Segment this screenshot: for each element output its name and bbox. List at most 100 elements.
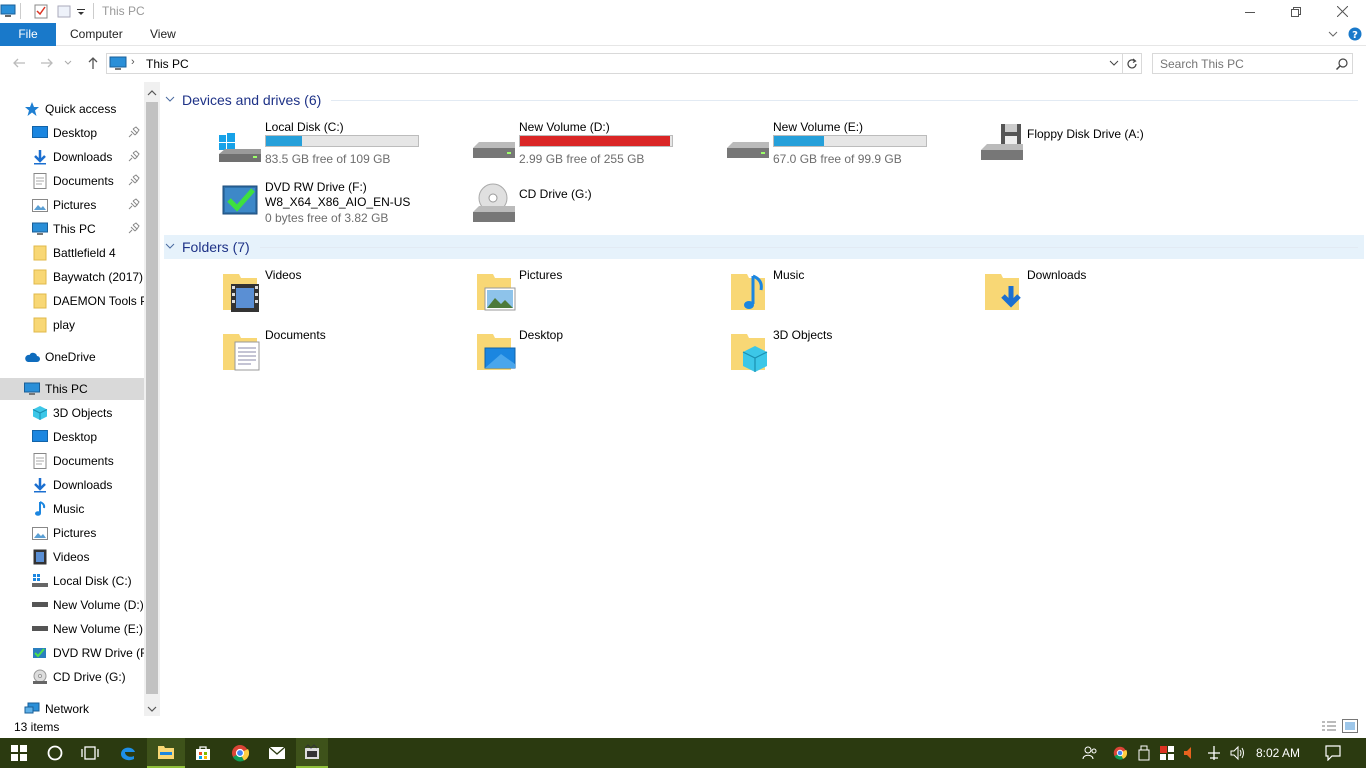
collapse-chevron-icon[interactable] [164,93,176,108]
tab-view[interactable]: View [150,23,176,46]
help-icon[interactable]: ? [1348,27,1362,44]
desktop-icon [32,125,48,141]
folder-name: Desktop [519,328,564,342]
drive-new-volume-d[interactable]: New Volume (D:) 2.99 GB free of 255 GB [471,120,721,176]
folder-downloads[interactable]: Downloads [979,268,1229,324]
large-icons-view-icon[interactable] [1342,719,1358,736]
pin-icon[interactable] [128,126,142,140]
folder-documents[interactable]: Documents [217,328,467,384]
file-explorer-icon[interactable] [147,738,185,768]
search-box[interactable] [1152,53,1353,74]
start-button[interactable] [0,738,38,768]
tab-file[interactable]: File [0,23,56,46]
cortana-button[interactable] [36,738,74,768]
folder-music[interactable]: Music [725,268,975,324]
recent-locations-button[interactable] [62,54,74,72]
nav-this-pc[interactable]: This PC [0,378,144,400]
expand-ribbon-icon[interactable] [1327,28,1339,43]
nav-desktop[interactable]: Desktop [32,426,144,448]
scroll-down-icon[interactable] [147,702,157,716]
chrome-tray-icon[interactable] [1112,745,1128,761]
nav-quick-access[interactable]: Quick access [24,98,142,120]
volume-muted-icon[interactable] [1182,745,1198,761]
breadcrumb-chevron-icon[interactable]: › [131,56,135,68]
nav-documents[interactable]: Documents [32,450,144,472]
folder-desktop[interactable]: Desktop [471,328,721,384]
drive-floppy-a[interactable]: Floppy Disk Drive (A:) [979,120,1229,176]
refresh-button[interactable] [1123,53,1142,74]
nav-network[interactable]: Network [24,698,142,716]
pin-icon[interactable] [128,174,142,188]
nav-downloads[interactable]: Downloads [32,474,144,496]
music-note-icon [32,501,48,517]
nav-dvd-rw-drive-f[interactable]: DVD RW Drive (F: [32,642,151,664]
nav-local-disk-c[interactable]: Local Disk (C:) [32,570,144,592]
drive-cd-g[interactable]: CD Drive (G:) [471,180,721,236]
nav-quick-folder[interactable]: Baywatch (2017) [32,266,144,288]
drive-local-disk-c[interactable]: Local Disk (C:) 83.5 GB free of 109 GB [217,120,467,176]
nav-quick-desktop[interactable]: Desktop [32,122,142,144]
nav-quick-this-pc[interactable]: This PC [32,218,142,240]
store-icon[interactable] [184,738,222,768]
folder-pictures[interactable]: Pictures [471,268,721,324]
nav-cd-drive-g[interactable]: CD Drive (G:) [32,666,144,688]
chrome-icon[interactable] [221,738,259,768]
task-view-button[interactable] [71,738,109,768]
tab-computer[interactable]: Computer [70,23,123,46]
scrollbar-thumb[interactable] [146,102,158,694]
drive-dvd-rw-f[interactable]: DVD RW Drive (F:) W8_X64_X86_AIO_EN-US 0… [217,180,467,236]
mail-icon[interactable] [258,738,296,768]
pin-icon[interactable] [128,222,142,236]
security-shield-icon[interactable] [1159,745,1175,761]
close-button[interactable] [1319,0,1365,23]
clock[interactable]: 8:02 AM [1256,746,1300,760]
speaker-icon[interactable] [1230,745,1246,761]
nav-music[interactable]: Music [32,498,144,520]
usb-icon[interactable] [1136,745,1152,761]
folders-group-header[interactable]: Folders (7) [164,235,1364,259]
drive-new-volume-e[interactable]: New Volume (E:) 67.0 GB free of 99.9 GB [725,120,975,176]
action-center-icon[interactable] [1325,745,1341,761]
forward-button[interactable] [38,54,56,72]
minimize-button[interactable] [1227,0,1273,23]
nav-3d-objects[interactable]: 3D Objects [32,402,144,424]
properties-icon[interactable] [33,3,49,19]
folder-videos[interactable]: Videos [217,268,467,324]
nav-quick-folder[interactable]: DAEMON Tools P [32,290,148,312]
breadcrumb-this-pc[interactable]: This PC [146,57,189,71]
nav-quick-documents[interactable]: Documents [32,170,142,192]
pin-icon[interactable] [128,198,142,212]
edge-icon[interactable] [109,738,147,768]
search-input[interactable] [1153,54,1323,73]
documents-folder-icon [217,328,265,376]
nav-onedrive[interactable]: OneDrive [24,346,142,368]
drive-free-space: 83.5 GB free of 109 GB [265,152,391,166]
address-dropdown-icon[interactable] [1108,57,1120,72]
nav-new-volume-d[interactable]: New Volume (D:) [32,594,144,616]
nav-quick-folder[interactable]: play [32,314,144,336]
scroll-up-icon[interactable] [147,86,157,100]
nav-quick-downloads[interactable]: Downloads [32,146,142,168]
media-app-icon[interactable] [296,738,328,768]
back-button[interactable] [10,54,28,72]
people-icon[interactable] [1082,745,1098,761]
nav-quick-folder[interactable]: Battlefield 4 [32,242,144,264]
address-bar[interactable]: › This PC [106,53,1123,74]
nav-quick-pictures[interactable]: Pictures [32,194,142,216]
customize-quick-access-icon[interactable] [76,3,86,19]
up-button[interactable] [84,54,102,72]
devices-group-header[interactable]: Devices and drives (6) [164,88,1364,112]
nav-new-volume-e[interactable]: New Volume (E:) [32,618,144,640]
folder-3d-objects[interactable]: 3D Objects [725,328,975,384]
computer-icon[interactable] [0,3,16,19]
collapse-chevron-icon[interactable] [164,240,176,255]
nav-videos[interactable]: Videos [32,546,144,568]
search-icon[interactable] [1335,57,1349,74]
nav-pictures[interactable]: Pictures [32,522,144,544]
details-view-icon[interactable] [1321,720,1337,737]
restore-button[interactable] [1273,0,1319,23]
new-folder-icon[interactable] [56,3,72,19]
airplane-icon[interactable] [1206,745,1222,761]
nav-pane-scrollbar[interactable] [144,82,160,716]
pin-icon[interactable] [128,150,142,164]
